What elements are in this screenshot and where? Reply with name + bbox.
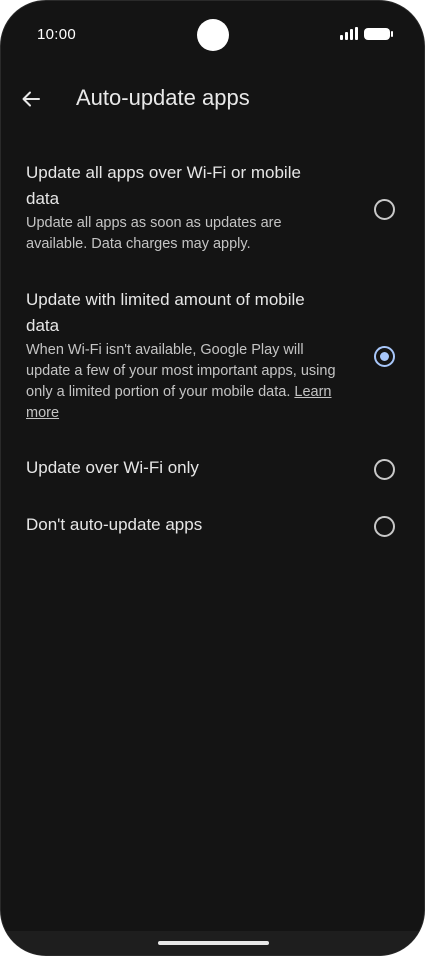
status-bar: 10:00 (1, 1, 424, 69)
status-time: 10:00 (37, 26, 77, 43)
radio-button[interactable] (374, 199, 395, 220)
status-icons (340, 27, 393, 40)
option-description: When Wi-Fi isn't available, Google Play … (26, 340, 346, 424)
front-camera-cutout (197, 19, 229, 51)
page-title: Auto-update apps (76, 85, 250, 110)
option-dont-auto-update[interactable]: Don't auto-update apps (1, 511, 424, 547)
radio-button[interactable] (374, 516, 395, 537)
radio-button[interactable] (374, 459, 395, 480)
radio-button-selected[interactable] (374, 346, 395, 367)
option-title: Don't auto-update apps (26, 515, 203, 534)
option-title: Update over Wi-Fi only (26, 458, 199, 477)
home-gesture-handle[interactable] (158, 941, 269, 945)
option-description: Update all apps as soon as updates are a… (26, 215, 282, 252)
option-wifi-or-mobile[interactable]: Update all apps over Wi-Fi or mobile dat… (1, 159, 424, 263)
signal-icon (340, 27, 358, 40)
app-bar: Auto-update apps (1, 73, 424, 125)
battery-icon (364, 27, 393, 40)
option-title: Update all apps over Wi-Fi or mobile dat… (26, 163, 301, 208)
back-arrow-icon[interactable] (15, 83, 47, 115)
option-wifi-only[interactable]: Update over Wi-Fi only (1, 453, 424, 489)
option-title: Update with limited amount of mobile dat… (26, 290, 305, 335)
option-limited-mobile-data[interactable]: Update with limited amount of mobile dat… (1, 286, 424, 426)
option-description-text: When Wi-Fi isn't available, Google Play … (26, 342, 336, 400)
phone-screen: 10:00 Auto-update apps Update all apps o… (0, 0, 425, 956)
